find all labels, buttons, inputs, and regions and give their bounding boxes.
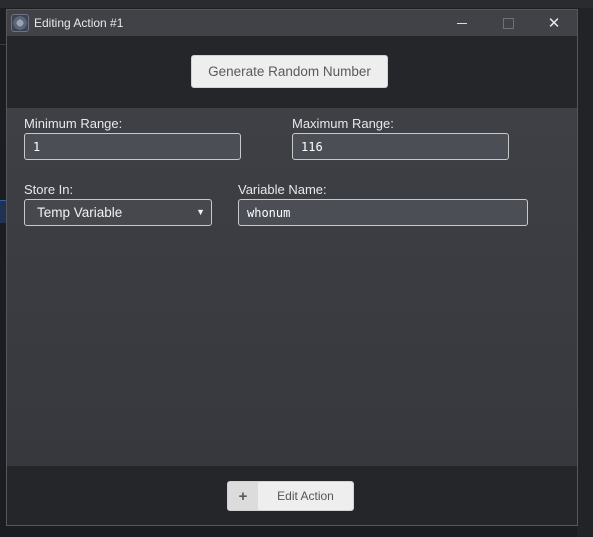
minimize-icon: [457, 22, 467, 24]
editing-action-dialog: Editing Action #1 ✕ Generate Random Numb…: [6, 9, 578, 526]
background-app-bar: [0, 0, 593, 8]
title-bar[interactable]: Editing Action #1 ✕: [7, 10, 577, 36]
maximize-button[interactable]: [485, 10, 531, 36]
min-range-input[interactable]: 1: [24, 133, 241, 160]
max-range-input[interactable]: 116: [292, 133, 509, 160]
generate-random-number-button[interactable]: Generate Random Number: [191, 55, 388, 88]
maximize-icon: [502, 17, 514, 29]
action-header: Generate Random Number: [7, 36, 577, 108]
minimize-button[interactable]: [439, 10, 485, 36]
min-range-label: Minimum Range:: [24, 116, 123, 131]
close-button[interactable]: ✕: [531, 10, 577, 36]
app-gear-icon: [11, 14, 29, 32]
close-icon: ✕: [547, 14, 561, 32]
background-app-edge: [577, 8, 593, 537]
store-in-label: Store In:: [24, 182, 74, 197]
max-range-label: Maximum Range:: [292, 116, 394, 131]
store-in-select[interactable]: Temp Variable ▼: [24, 199, 212, 226]
form-panel: Minimum Range: 1 Maximum Range: 116 Stor…: [7, 108, 577, 466]
chevron-down-icon: ▼: [196, 207, 205, 217]
variable-name-input[interactable]: whonum: [238, 199, 528, 226]
window-title: Editing Action #1: [34, 16, 124, 30]
action-footer: + Edit Action: [7, 466, 577, 525]
plus-icon: +: [228, 482, 258, 510]
edit-action-button[interactable]: + Edit Action: [227, 481, 354, 511]
edit-action-label: Edit Action: [277, 489, 334, 503]
store-in-selected: Temp Variable: [37, 205, 123, 220]
variable-name-label: Variable Name:: [238, 182, 327, 197]
